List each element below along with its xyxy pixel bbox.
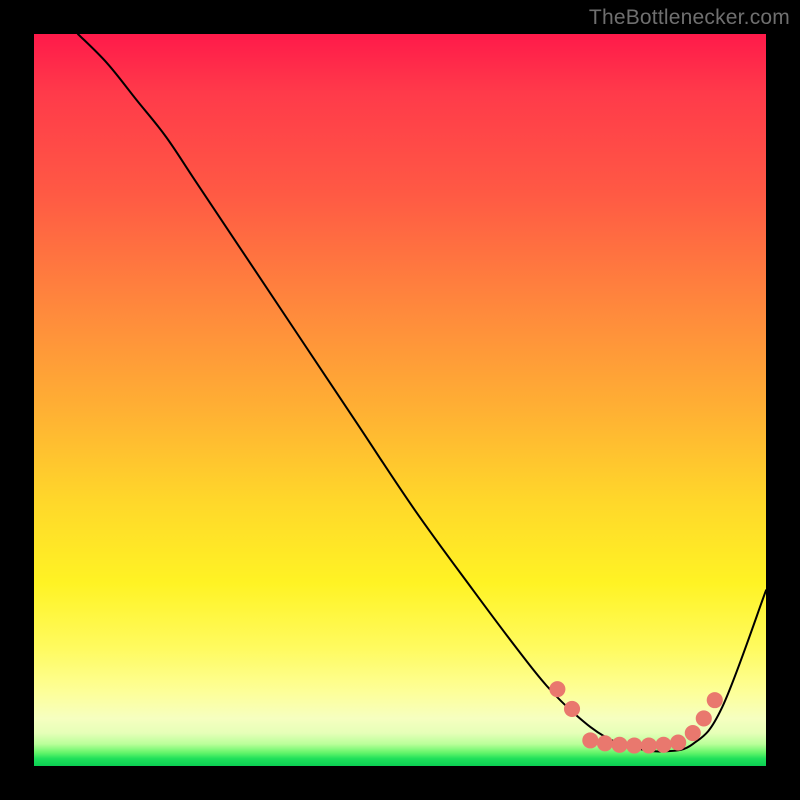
optimal-dot <box>549 681 565 697</box>
optimal-dot <box>612 737 628 753</box>
optimal-dot <box>582 732 598 748</box>
chart-stage: TheBottlenecker.com <box>0 0 800 800</box>
optimal-range-dots <box>549 681 722 753</box>
optimal-dot <box>670 735 686 751</box>
plot-area <box>34 34 766 766</box>
optimal-dot <box>641 737 657 753</box>
optimal-dot <box>564 701 580 717</box>
optimal-dot <box>696 710 712 726</box>
watermark-text: TheBottlenecker.com <box>589 6 790 30</box>
optimal-dot <box>626 737 642 753</box>
optimal-dot <box>655 737 671 753</box>
optimal-dot <box>597 735 613 751</box>
chart-overlay-svg <box>34 34 766 766</box>
optimal-dot <box>685 725 701 741</box>
optimal-dot <box>707 692 723 708</box>
bottleneck-curve-line <box>78 34 766 752</box>
